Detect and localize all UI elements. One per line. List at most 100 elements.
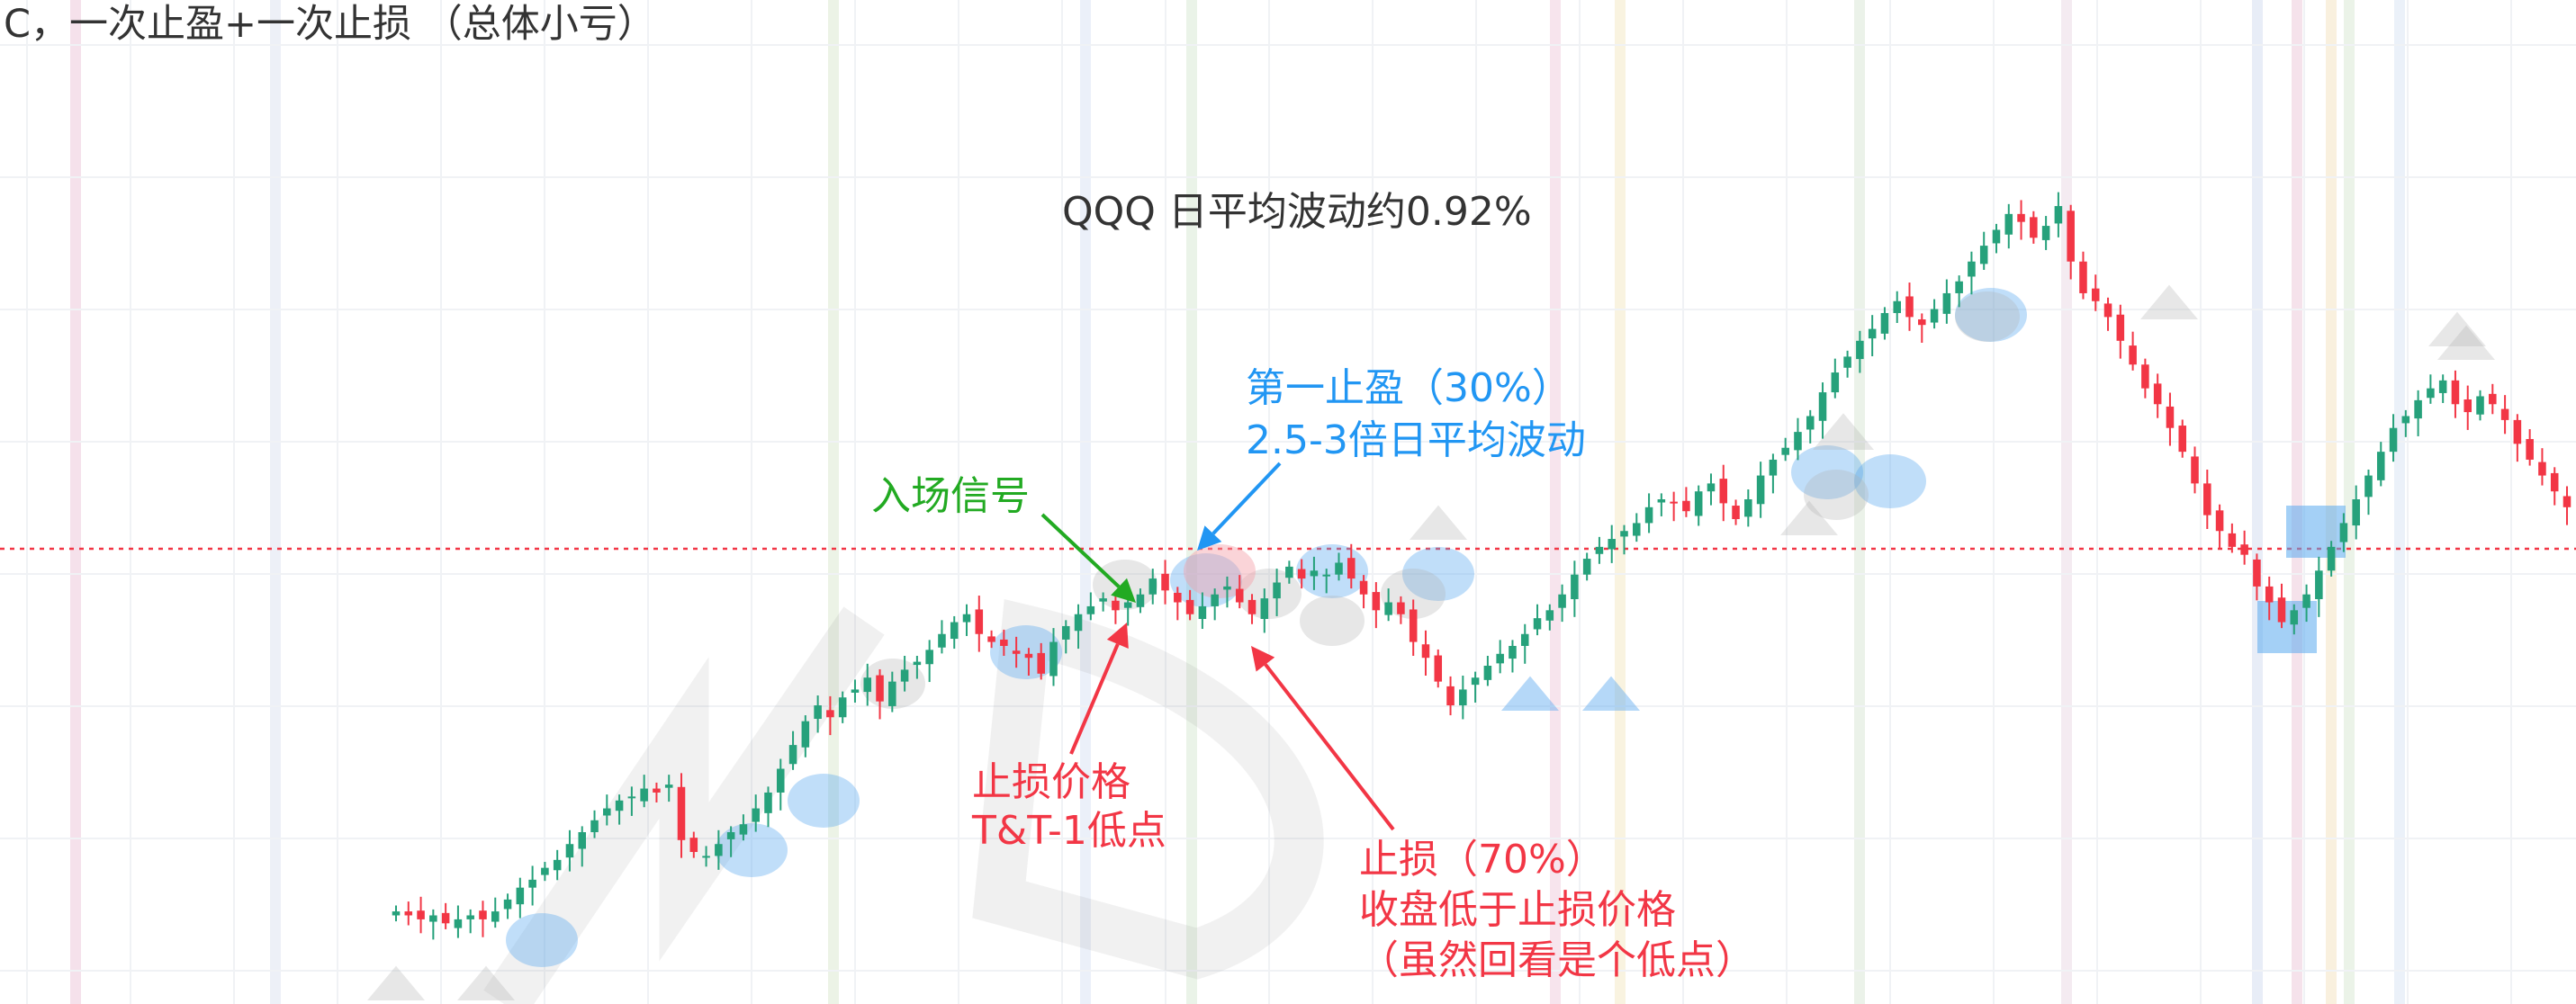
chart-subtitle: QQQ 日平均波动约0.92% [1062, 189, 1532, 235]
candle-body [2476, 396, 2484, 415]
grey-circle-marker [1955, 291, 2020, 342]
stop-loss-hindsight-note: （虽然回看是个低点） [1359, 937, 1755, 983]
candle-body [715, 844, 723, 856]
candle-body [689, 838, 698, 853]
stop-loss-arrow-head [1251, 646, 1275, 672]
stop-loss-note: 收盘低于止损价格 [1359, 887, 1676, 933]
candle-body [2302, 594, 2310, 608]
signal-square-marker [2286, 506, 2346, 558]
candle-body [677, 786, 686, 840]
signal-triangle-marker [1410, 505, 1467, 540]
candle-body [1794, 432, 1802, 451]
highlight-band [1186, 0, 1197, 1004]
candle-body [2153, 383, 2162, 405]
candle-body [1359, 580, 1368, 595]
candle-body [2463, 399, 2472, 413]
candle-body [2116, 314, 2125, 341]
candle-body [1509, 645, 1517, 659]
candle-body [491, 911, 500, 922]
candle-body [1856, 340, 1864, 360]
candle-body [1843, 356, 1851, 368]
candle-body [2141, 364, 2149, 389]
candle-body [2451, 380, 2460, 405]
candle-body [1185, 599, 1194, 614]
take-profit-label: 第一止盈（30%） [1246, 365, 1572, 411]
highlight-band [2394, 0, 2405, 1004]
candle-body [1099, 598, 1107, 602]
candle-body [479, 910, 487, 919]
candle-body [1335, 562, 1343, 575]
candle-body [653, 788, 661, 793]
candle-body [528, 879, 536, 888]
candle-body [1893, 300, 1901, 313]
candle-body [2513, 419, 2522, 444]
candle-body [466, 915, 474, 919]
signal-circle-marker [506, 913, 578, 967]
candle-body [1037, 652, 1045, 674]
candle-body [702, 856, 710, 858]
candle-body [900, 669, 909, 682]
candle-body [962, 614, 971, 623]
candle-body [2166, 406, 2175, 428]
candle-body [1384, 602, 1392, 615]
candle-body [1223, 586, 1231, 590]
candle-body [1247, 599, 1256, 614]
candle-body [2054, 206, 2063, 224]
candle-body [1520, 633, 1529, 646]
candle-body [640, 788, 648, 802]
candle-body [1942, 292, 1951, 314]
candle-body [863, 677, 872, 693]
candle-body [1744, 499, 1752, 517]
candle-body [454, 919, 463, 928]
highlight-band [2326, 0, 2337, 1004]
candle-body [1086, 605, 1095, 614]
candle-body [392, 911, 401, 916]
candle-body [417, 910, 425, 919]
candle-body [2364, 475, 2373, 498]
candle-body [1732, 506, 1740, 520]
candle-body [1595, 546, 1604, 554]
candle-body [441, 912, 450, 924]
candle-body [2265, 586, 2274, 603]
candle-body [814, 705, 822, 720]
candle-body [2489, 393, 2497, 405]
candle-body [2500, 408, 2509, 420]
page-title: C，一次止盈+一次止损 （总体小亏） [4, 2, 656, 47]
candle-body [2067, 211, 2075, 262]
candle-body [1483, 666, 1492, 680]
candle-body [664, 784, 673, 788]
candle-body [1062, 625, 1070, 640]
candle-body [1818, 392, 1827, 421]
candle-body [1756, 475, 1765, 505]
candle-body [1000, 639, 1008, 646]
highlight-circle-marker [1184, 544, 1256, 598]
highlight-band [1615, 0, 1626, 1004]
candle-body [2526, 439, 2534, 460]
candle-body [1024, 653, 1033, 659]
candle-body [1273, 582, 1281, 599]
candle-body [2550, 472, 2559, 492]
candle-body [1769, 459, 1778, 476]
highlight-band [70, 0, 81, 1004]
candle-body [1136, 594, 1145, 607]
candle-body [1670, 501, 1678, 504]
signal-circle-marker [716, 823, 788, 877]
candle-body [2228, 533, 2237, 547]
candle-body [2277, 597, 2286, 623]
candle-body [950, 622, 959, 640]
candle-body [429, 915, 437, 922]
highlight-band [2061, 0, 2072, 1004]
candle-body [1459, 689, 1467, 706]
candle-body [565, 844, 574, 858]
chart-canvas [0, 0, 2576, 1004]
candle-body [1657, 499, 1666, 503]
highlight-band [2292, 0, 2302, 1004]
candle-body [627, 796, 636, 799]
candle-body [1571, 574, 1579, 599]
candle-body [1421, 644, 1430, 659]
candle-body [1992, 229, 2001, 244]
candle-body [788, 745, 797, 765]
candle-body [1831, 372, 1840, 393]
highlight-band [2252, 0, 2263, 1004]
candle-body [2427, 388, 2435, 399]
